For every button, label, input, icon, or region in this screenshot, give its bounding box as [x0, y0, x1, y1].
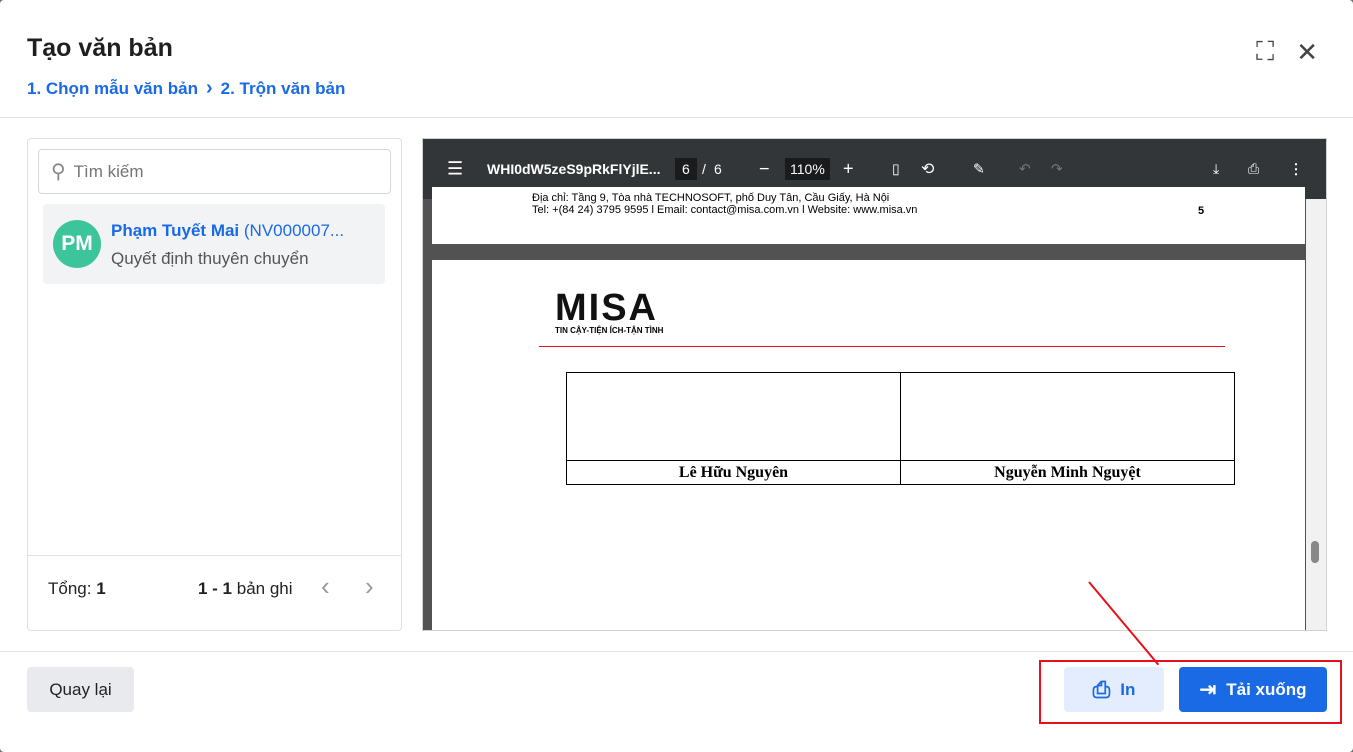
record-list-panel: ⚲ PM Phạm Tuyết Mai (NV000007... Quyết đ… — [27, 138, 402, 631]
page-count: 6 — [714, 161, 722, 177]
export-icon: ⇥ — [1199, 679, 1217, 701]
print-button[interactable]: ⎙ In — [1064, 667, 1164, 712]
page-separator: / — [702, 161, 706, 177]
step-choose-template[interactable]: 1. Chọn mẫu văn bản — [27, 79, 198, 99]
dialog-title: Tạo văn bản — [27, 34, 173, 62]
template-name: Quyết định thuyên chuyển — [111, 249, 309, 268]
header-line — [539, 346, 1225, 347]
rotate-icon[interactable]: ⟲ — [921, 159, 934, 179]
chevron-right-icon: › — [205, 77, 213, 99]
pdf-scrollbar[interactable] — [1306, 199, 1326, 630]
pdf-page-6: MISA TIN CẬY-TIỆN ÍCH-TẬN TÌNH Lê Hữu Ng… — [432, 260, 1305, 630]
prev-page-icon[interactable]: ‹ — [321, 571, 330, 602]
total-count: 1 — [96, 579, 106, 598]
search-icon: ⚲ — [51, 161, 66, 183]
pdf-viewer: ☰ WHI0dW5zeS9pRkFlYjlE... 6 / 6 − 110% +… — [422, 138, 1327, 631]
divider — [0, 117, 1353, 118]
create-document-dialog: Tạo văn bản 1. Chọn mẫu văn bản › 2. Trộ… — [0, 0, 1353, 752]
fit-page-icon[interactable]: ▯ — [892, 161, 900, 178]
next-page-icon[interactable]: › — [365, 571, 374, 602]
pdf-page-5: Địa chỉ: Tầng 9, Tòa nhà TECHNOSOFT, phố… — [432, 187, 1305, 244]
page-number: 5 — [1198, 205, 1205, 217]
zoom-in-icon[interactable]: + — [843, 159, 854, 180]
range-suffix: bản ghi — [236, 579, 293, 598]
signer-2: Nguyễn Minh Nguyệt — [900, 460, 1235, 485]
redo-icon[interactable]: ↷ — [1051, 161, 1063, 178]
employee-name: Phạm Tuyết Mai — [111, 221, 240, 240]
zoom-input[interactable]: 110% — [785, 158, 830, 180]
undo-icon[interactable]: ↶ — [1019, 161, 1031, 178]
close-icon[interactable]: ✕ — [1296, 37, 1318, 68]
misa-logo: MISA TIN CẬY-TIỆN ÍCH-TẬN TÌNH — [555, 287, 664, 335]
company-contact: Tel: +(84 24) 3795 9595 l Email: contact… — [532, 204, 918, 216]
list-item[interactable]: PM Phạm Tuyết Mai (NV000007... Quyết địn… — [43, 204, 385, 284]
divider — [0, 651, 1353, 652]
pdf-filename: WHI0dW5zeS9pRkFlYjlE... — [487, 161, 661, 177]
fullscreen-icon[interactable]: ⛶ — [1256, 36, 1274, 68]
zoom-out-icon[interactable]: − — [759, 159, 770, 180]
back-button[interactable]: Quay lại — [27, 667, 134, 712]
employee-code: (NV000007... — [243, 221, 345, 240]
signature-table: Lê Hữu Nguyên Nguyễn Minh Nguyệt — [566, 372, 1235, 485]
annotate-icon[interactable]: ✎ — [973, 161, 985, 178]
stepper: 1. Chọn mẫu văn bản › 2. Trộn văn bản — [27, 77, 345, 100]
print-icon[interactable]: ⎙ — [1248, 161, 1259, 178]
search-input[interactable] — [73, 161, 354, 182]
pagination: Tổng: 1 1 - 1 bản ghi ‹ › — [28, 555, 401, 631]
search-box: ⚲ — [38, 149, 391, 194]
page-input[interactable]: 6 — [675, 158, 697, 180]
company-address: Địa chỉ: Tầng 9, Tòa nhà TECHNOSOFT, phố… — [532, 192, 890, 204]
printer-icon: ⎙ — [1092, 676, 1111, 702]
signer-1: Lê Hữu Nguyên — [566, 460, 901, 485]
more-icon[interactable]: ⋮ — [1289, 161, 1303, 178]
total-label: Tổng: — [48, 579, 92, 598]
download-button[interactable]: ⇥ Tải xuống — [1179, 667, 1327, 712]
download-icon[interactable]: ⤓ — [1213, 161, 1219, 178]
step-merge[interactable]: 2. Trộn văn bản — [221, 79, 346, 99]
avatar: PM — [53, 220, 101, 268]
menu-icon[interactable]: ☰ — [447, 159, 463, 180]
record-range: 1 - 1 — [198, 579, 233, 598]
